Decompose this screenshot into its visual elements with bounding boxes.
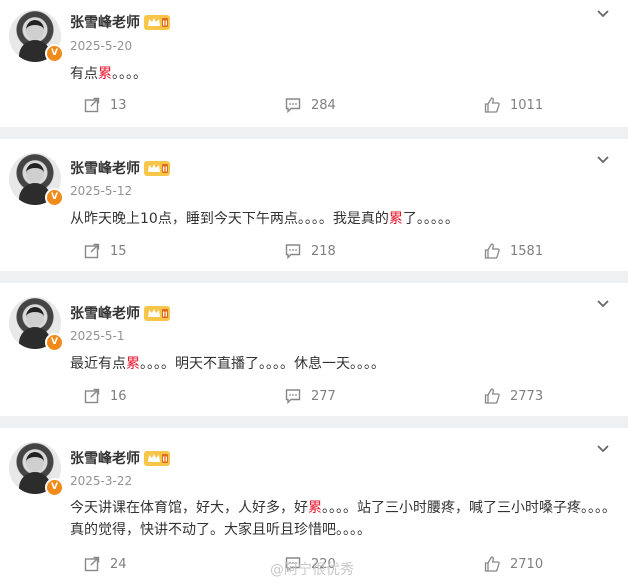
post-text: 从昨天晚上10点，睡到今天下午两点。。。。我是真的累了。。。。。: [70, 211, 459, 227]
repost-button[interactable]: 24: [84, 556, 127, 572]
like-button[interactable]: 1581: [484, 243, 543, 259]
repost-icon: [84, 243, 100, 259]
repost-button[interactable]: 16: [84, 388, 127, 404]
author-name[interactable]: 张雪峰老师: [70, 15, 140, 31]
post-date[interactable]: 2025-5-1: [70, 329, 124, 343]
post-text: 今天讲课在体育馆，好大，人好多，好累。。。。站了三小时腰疼，喊了三小时嗓子疼。。…: [70, 500, 616, 538]
chevron-down-icon[interactable]: [596, 444, 610, 454]
author-name[interactable]: 张雪峰老师: [70, 161, 140, 177]
like-button[interactable]: 2710: [484, 556, 543, 572]
author-name[interactable]: 张雪峰老师: [70, 451, 140, 467]
verified-badge-icon: V: [45, 478, 64, 497]
vip-crown-icon: II: [144, 305, 170, 321]
watermark: @阿宁很优秀: [270, 562, 354, 578]
comment-button[interactable]: 284: [285, 97, 336, 113]
repost-button[interactable]: 13: [84, 97, 127, 113]
comment-button[interactable]: 218: [285, 243, 336, 259]
post-date[interactable]: 2025-5-20: [70, 39, 132, 53]
post-text: 最近有点累。。。。明天不直播了。。。。休息一天。。。。: [70, 356, 385, 372]
chevron-down-icon[interactable]: [596, 299, 610, 309]
post-text: 有点累。。。。: [70, 66, 147, 82]
verified-badge-icon: V: [45, 188, 64, 207]
like-button[interactable]: 1011: [484, 97, 543, 113]
post-date[interactable]: 2025-3-22: [70, 474, 132, 488]
comment-button[interactable]: 277: [285, 388, 336, 404]
verified-badge-icon: V: [45, 44, 64, 63]
like-icon: [484, 243, 500, 259]
chevron-down-icon[interactable]: [596, 155, 610, 165]
author-name[interactable]: 张雪峰老师: [70, 306, 140, 322]
comment-icon: [285, 98, 301, 113]
weibo-post: V 张雪峰老师 II 2025-5-12 从昨天晚上10点，睡到今天下午两点。。。…: [0, 139, 628, 271]
repost-icon: [84, 556, 100, 572]
like-button[interactable]: 2773: [484, 388, 543, 404]
svg-text:II: II: [162, 165, 167, 173]
like-icon: [484, 556, 500, 572]
chevron-down-icon[interactable]: [596, 9, 610, 19]
comment-icon: [285, 389, 301, 404]
post-date[interactable]: 2025-5-12: [70, 184, 132, 198]
repost-icon: [84, 97, 100, 113]
vip-crown-icon: II: [144, 160, 170, 176]
vip-crown-icon: II: [144, 450, 170, 466]
repost-button[interactable]: 15: [84, 243, 127, 259]
svg-text:II: II: [162, 455, 167, 463]
weibo-post: V 张雪峰老师 II 2025-5-20 有点累。。。。 13 284 1011: [0, 0, 628, 127]
weibo-post: V 张雪峰老师 II 2025-5-1 最近有点累。。。。明天不直播了。。。。休息…: [0, 283, 628, 416]
vip-crown-icon: II: [144, 14, 170, 30]
like-icon: [484, 97, 500, 113]
verified-badge-icon: V: [45, 333, 64, 352]
like-icon: [484, 388, 500, 404]
svg-text:II: II: [162, 19, 167, 27]
comment-icon: [285, 244, 301, 259]
svg-text:II: II: [162, 310, 167, 318]
repost-icon: [84, 388, 100, 404]
